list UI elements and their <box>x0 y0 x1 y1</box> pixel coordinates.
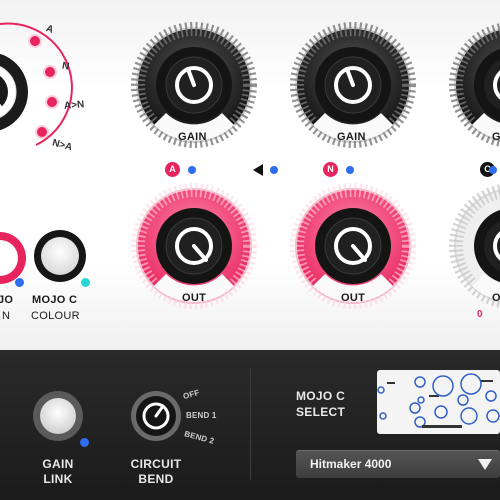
mode-dot-a-to-n[interactable] <box>47 97 57 107</box>
gain-a-label: GAIN <box>178 131 207 143</box>
mode-label-a-to-n: A>N <box>63 99 85 112</box>
mojo-left-blue-dot[interactable] <box>15 278 24 287</box>
mojo-c-label-2: COLOUR <box>31 310 80 322</box>
gain-link-label-1: GAIN <box>42 457 74 471</box>
circuit-bend-label-1: CIRCUIT <box>130 457 182 471</box>
mojo-c-colour-button[interactable] <box>32 228 88 284</box>
mode-dot-a[interactable] <box>30 36 40 46</box>
channel-n-badge[interactable]: N <box>323 162 338 177</box>
gain-link-blue-dot[interactable] <box>80 438 89 447</box>
circuit-preview-graphic <box>377 373 500 428</box>
mojo-c-select-label-2: SELECT <box>296 405 346 419</box>
gain-link-label-2: LINK <box>43 472 73 486</box>
mojo-c-select-label-1: MOJO C <box>296 389 346 403</box>
mojo-left-label-1: JO <box>0 294 14 306</box>
out-c-knob[interactable] <box>449 184 500 308</box>
mojo-left-label-2: N <box>2 310 11 322</box>
circuit-bend-label-2: BEND <box>138 472 174 486</box>
main-panel: A N A>N N>A GAIN GAIN G A N C OUT OUT O … <box>0 0 500 350</box>
out-n-label: OUT <box>341 292 366 304</box>
gain-n-label: GAIN <box>337 131 366 143</box>
gain-c-label: G <box>492 131 500 143</box>
mojo-c-cyan-dot[interactable] <box>81 278 90 287</box>
mode-dot-n[interactable] <box>45 67 55 77</box>
gain-link-button[interactable] <box>32 390 84 442</box>
circuit-bend-knob[interactable] <box>130 390 182 442</box>
mojo-c-label-1: MOJO C <box>32 294 78 306</box>
mojo-c-select-dropdown[interactable]: Hitmaker 4000 <box>296 450 500 478</box>
out-n-knob[interactable] <box>290 183 416 309</box>
out-c-label: O <box>492 292 500 304</box>
mode-dot-n-to-a[interactable] <box>37 127 47 137</box>
bottom-divider <box>250 368 251 480</box>
gain-n-knob[interactable] <box>290 22 416 148</box>
chevron-down-icon[interactable] <box>478 459 492 470</box>
channel-a-blue-dot[interactable] <box>188 166 196 174</box>
channel-n-blue-dot[interactable] <box>346 166 354 174</box>
link-blue-dot[interactable] <box>270 166 278 174</box>
mojo-c-selected-value: Hitmaker 4000 <box>310 457 392 471</box>
gain-c-knob[interactable] <box>449 23 500 147</box>
channel-a-badge[interactable]: A <box>165 162 180 177</box>
out-a-knob[interactable] <box>131 183 257 309</box>
out-a-label: OUT <box>182 292 207 304</box>
bend-option-1: BEND 1 <box>186 411 217 420</box>
mojo-c-circuit-preview <box>377 370 500 434</box>
out-c-value: 0 <box>477 309 483 320</box>
link-arrow-icon[interactable] <box>252 164 264 176</box>
gain-a-knob[interactable] <box>131 22 257 148</box>
channel-c-blue-dot[interactable] <box>489 166 497 174</box>
